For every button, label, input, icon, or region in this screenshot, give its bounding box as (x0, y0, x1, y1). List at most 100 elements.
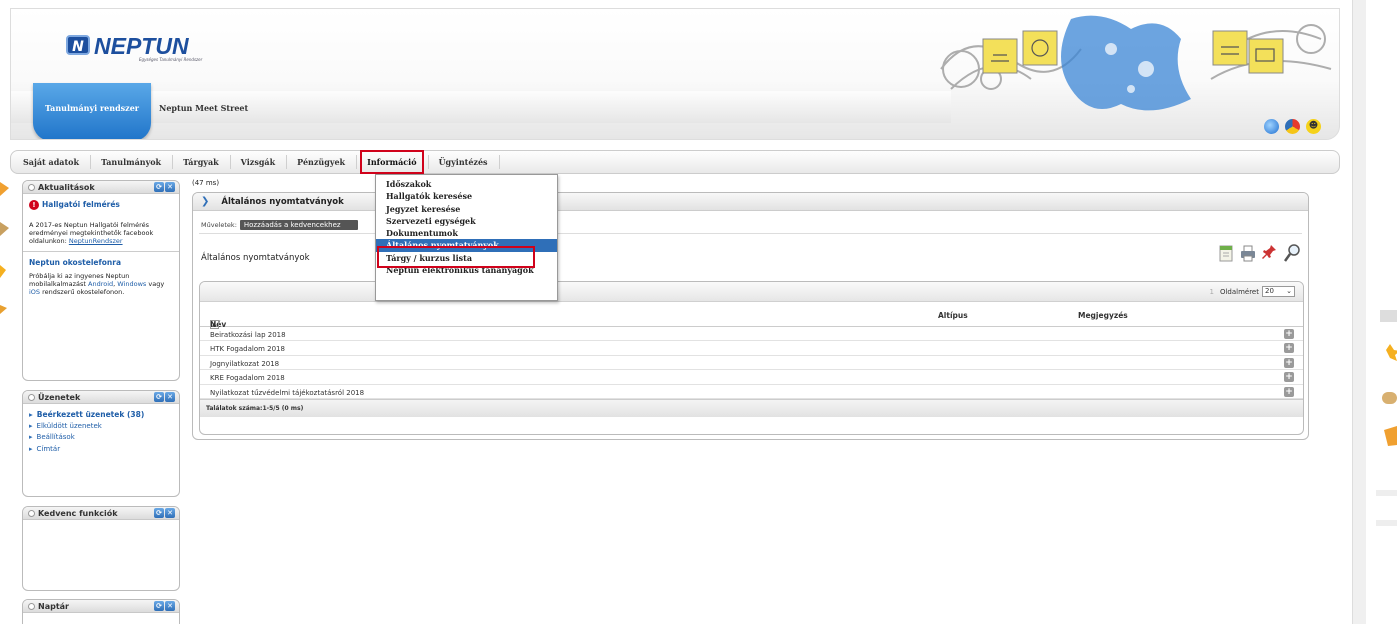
header-artwork (940, 15, 1332, 111)
favorites-box: Kedvenc funkciók ⟳ ✕ (22, 506, 180, 591)
blue-splash (1061, 15, 1191, 111)
table-row[interactable]: Beiratkozási lap 2018 + (200, 327, 1303, 342)
news2-vagy: vagy (148, 280, 165, 288)
main-menu: Saját adatok Tanulmányok Tárgyak Vizsgák… (10, 150, 1340, 174)
table-row[interactable]: Nyilatkozat tűzvédelmi tájékoztatásról 2… (200, 385, 1303, 399)
logo-subtitle: Egységes Tanulmányi Rendszer (139, 57, 203, 62)
news1-title[interactable]: ! Hallgatói felmérés (29, 200, 173, 210)
col-altipus[interactable]: Altípus (938, 311, 968, 320)
vertical-scrollbar[interactable] (1352, 0, 1366, 624)
news2-text: Próbálja ki az ingyenes Neptun mobilalka… (29, 272, 165, 296)
dd-hallgatok-keresese[interactable]: Hallgatók keresése (376, 190, 557, 202)
menu-ugyintezes[interactable]: Ügyintézés (429, 155, 500, 169)
row-name[interactable]: Beiratkozási lap 2018 (210, 331, 286, 339)
right-edge-icons (1366, 0, 1397, 624)
facebook-link[interactable]: NeptunRendszer (69, 237, 123, 245)
neptun-logo[interactable]: N NEPTUN Egységes Tanulmányi Rendszer (66, 35, 202, 62)
page-size-control: 1 Oldalméret 20 ⌄ (1209, 286, 1295, 297)
close-icon[interactable]: ✕ (165, 182, 175, 192)
row-name[interactable]: Nyilatkozat tűzvédelmi tájékoztatásról 2… (210, 389, 364, 397)
news2-title[interactable]: Neptun okostelefonra (29, 259, 173, 267)
sent-messages-link[interactable]: Elküldött üzenetek (29, 421, 173, 433)
message-settings-link[interactable]: Beállítások (29, 432, 173, 444)
page-number[interactable]: 1 (1209, 288, 1213, 296)
neptun-logo-icon: N (66, 35, 90, 55)
menu-vizsgak[interactable]: Vizsgák (231, 155, 288, 169)
table-row[interactable]: KRE Fogadalom 2018 + (200, 370, 1303, 385)
dd-szervezeti-egysegek[interactable]: Szervezeti egységek (376, 215, 557, 227)
news2-body-b: rendszerű okostelefonon. (42, 288, 125, 296)
dd-idoszakok[interactable]: Időszakok (376, 178, 557, 190)
header-icons: ☻ (1264, 119, 1321, 134)
main-panel: ❯ Általános nyomtatványok Műveletek: Hoz… (192, 192, 1309, 440)
load-time: (47 ms) (192, 179, 220, 187)
page-size-value: 20 (1265, 287, 1274, 295)
expand-plus-icon[interactable]: + (1284, 329, 1294, 339)
ios-link[interactable]: iOS (29, 288, 40, 296)
news1-title-text: Hallgatói felmérés (42, 200, 120, 209)
refresh-icon[interactable]: ⟳ (154, 601, 164, 611)
collapse-dot-icon[interactable] (28, 183, 35, 191)
news-box-title: Aktualitások (38, 182, 95, 192)
refresh-icon[interactable]: ⟳ (154, 508, 164, 518)
pin-icon[interactable] (1262, 243, 1278, 263)
menu-penzugyek[interactable]: Pénzügyek (287, 155, 358, 169)
refresh-icon[interactable]: ⟳ (154, 392, 164, 402)
expand-plus-icon[interactable]: + (1284, 372, 1294, 383)
color-theme-icon[interactable] (1285, 119, 1300, 134)
close-icon[interactable]: ✕ (165, 508, 175, 518)
table-row[interactable]: HTK Fogadalom 2018 + (200, 341, 1303, 356)
close-icon[interactable]: ✕ (165, 601, 175, 611)
dd-jegyzet-keresese[interactable]: Jegyzet keresése (376, 203, 557, 215)
collapse-dot-icon[interactable] (28, 602, 35, 610)
table-footer: Találatok száma:1-5/5 (0 ms) (200, 398, 1303, 417)
expand-plus-icon[interactable]: + (1284, 357, 1294, 368)
page-size-label: Oldalméret (1219, 287, 1259, 296)
search-icon[interactable] (1284, 243, 1300, 263)
table-row[interactable]: Jognyilatkozat 2018 + (200, 356, 1303, 371)
forms-table: 1 Oldalméret 20 ⌄ Név ▲ Altípus Megjegyz… (199, 281, 1304, 435)
android-link[interactable]: Android (88, 280, 113, 288)
site-bar (11, 91, 951, 123)
globe-icon[interactable] (1264, 119, 1279, 134)
favorites-box-header: Kedvenc funkciók ⟳ ✕ (23, 507, 179, 520)
close-icon[interactable]: ✕ (165, 392, 175, 402)
messages-box-header: Üzenetek ⟳ ✕ (23, 391, 179, 404)
row-name[interactable]: HTK Fogadalom 2018 (210, 345, 285, 353)
menu-targyak[interactable]: Tárgyak (173, 155, 231, 169)
row-name[interactable]: KRE Fogadalom 2018 (210, 374, 285, 382)
calendar-box-title: Naptár (38, 601, 69, 611)
neptun-page: N NEPTUN Egységes Tanulmányi Rendszer Ta… (0, 0, 1397, 624)
accessibility-icon[interactable]: ☻ (1306, 119, 1321, 134)
inbox-link[interactable]: Beérkezett üzenetek (38) (29, 409, 173, 421)
news-box-header: Aktualitások ⟳ ✕ (23, 181, 179, 194)
favorites-box-title: Kedvenc funkciók (38, 508, 118, 518)
calendar-box-header: Naptár ⟳ ✕ (23, 600, 179, 613)
table-header: Név ▲ Altípus Megjegyzés (200, 302, 1303, 329)
menu-informacio[interactable]: Információ (357, 150, 429, 174)
windows-link[interactable]: Windows (117, 280, 146, 288)
chevron-down-icon: ⌄ (1286, 287, 1292, 295)
menu-sajat-adatok[interactable]: Saját adatok (23, 155, 92, 169)
page-size-select[interactable]: 20 ⌄ (1262, 286, 1295, 297)
news2-body-a: Próbálja ki az ingyenes Neptun mobilalka… (29, 272, 130, 288)
panel-title: Általános nyomtatványok (221, 196, 344, 207)
dd-dokumentumok[interactable]: Dokumentumok (376, 227, 557, 239)
refresh-icon[interactable]: ⟳ (154, 182, 164, 192)
site-tab-tanulmanyi[interactable]: Tanulmányi rendszer (33, 83, 151, 139)
menu-tanulmanyok[interactable]: Tanulmányok (91, 155, 174, 169)
add-to-favorites-button[interactable]: Hozzáadás a kedvencekhez (239, 220, 358, 230)
col-megjegyzes[interactable]: Megjegyzés (1078, 311, 1128, 320)
left-edge-icons (0, 182, 9, 314)
print-icon[interactable] (1240, 243, 1256, 263)
collapse-dot-icon[interactable] (28, 509, 35, 517)
excel-export-icon[interactable] (1218, 243, 1234, 263)
table-toolbar: 1 Oldalméret 20 ⌄ (200, 282, 1303, 302)
expand-plus-icon[interactable]: + (1284, 343, 1294, 354)
collapse-dot-icon[interactable] (28, 393, 35, 401)
calendar-box: Naptár ⟳ ✕ (22, 599, 180, 624)
site-tab-meet-street[interactable]: Neptun Meet Street (159, 103, 248, 113)
row-name[interactable]: Jognyilatkozat 2018 (210, 360, 279, 368)
directory-link[interactable]: Címtár (29, 444, 173, 456)
expand-plus-icon[interactable]: + (1284, 386, 1294, 397)
